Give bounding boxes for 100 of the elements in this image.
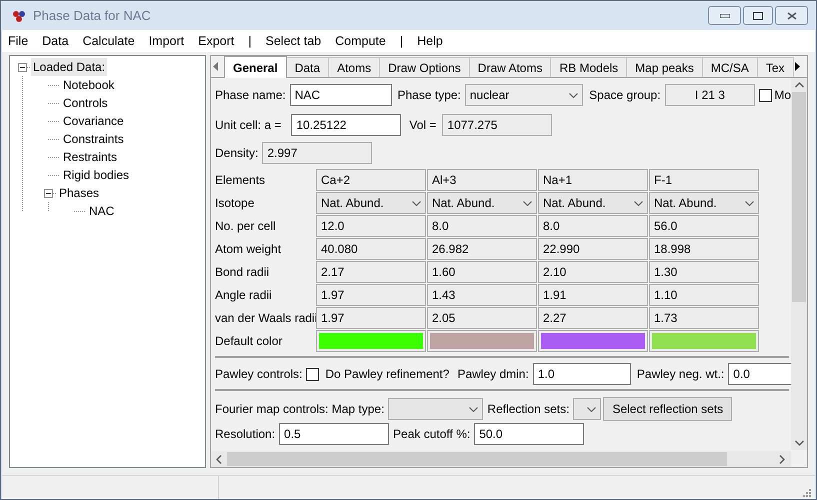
table-cell: Ca+2 (316, 169, 426, 191)
resolution-field[interactable]: 0.5 (279, 423, 390, 445)
scrollbar-thumb[interactable] (792, 92, 806, 302)
table-cell: 1.97 (316, 307, 426, 329)
menu-item[interactable]: File (8, 32, 28, 50)
field-label: Unit cell: a = (215, 117, 282, 134)
scroll-right-icon[interactable] (779, 454, 785, 464)
phase-name-field[interactable]: NAC (290, 84, 392, 106)
color-swatch[interactable] (652, 333, 756, 349)
field-label: Fourier map controls: Map type: (215, 401, 384, 418)
horizontal-scrollbar[interactable] (211, 451, 791, 467)
isotope-dropdown[interactable]: Nat. Abund. (649, 192, 759, 214)
maximize-button[interactable] (743, 6, 773, 25)
table-cell: 1.97 (316, 284, 426, 306)
tab[interactable]: Draw Options (380, 57, 470, 77)
maximize-icon (753, 12, 763, 20)
table-cell: F-1 (649, 169, 759, 191)
isotope-dropdown[interactable]: Nat. Abund. (538, 192, 648, 214)
vertical-scrollbar[interactable] (791, 78, 807, 450)
table-cell: 1.43 (427, 284, 537, 306)
table-cell: Al+3 (427, 169, 537, 191)
table-cell: 1.73 (649, 307, 759, 329)
tree-item[interactable]: Covariance (61, 112, 126, 130)
unit-cell-field[interactable]: 10.25122 (291, 114, 402, 136)
tab[interactable]: Draw Atoms (470, 57, 552, 77)
density-field: 2.997 (262, 142, 372, 164)
menu-item[interactable]: Help (417, 32, 443, 50)
peak-cutoff-field[interactable]: 50.0 (474, 423, 584, 445)
checkbox[interactable] (759, 88, 772, 102)
volume-field: 1077.275 (442, 114, 552, 136)
color-swatch[interactable] (319, 333, 423, 349)
pawley-dmin-field[interactable]: 1.0 (532, 363, 631, 385)
tree-item[interactable]: Restraints (61, 148, 120, 166)
row-label: Isotope (215, 195, 256, 212)
menu-item[interactable]: Export (198, 32, 234, 50)
menu-item[interactable]: Select tab (266, 32, 322, 50)
row-label: No. per cell (215, 218, 277, 235)
resize-grip-icon[interactable] (802, 488, 811, 497)
color-swatch[interactable] (430, 333, 534, 349)
field-label: Resolution: (215, 426, 276, 443)
tree-item[interactable]: Loaded Data: (31, 58, 108, 76)
tab[interactable]: MC/SA (702, 57, 758, 77)
field-label: Space group: (589, 87, 661, 104)
table-cell: 8.0 (427, 215, 537, 237)
tab[interactable]: Atoms (329, 57, 380, 77)
collapse-toggle-icon[interactable] (44, 188, 53, 198)
table-cell: 8.0 (538, 215, 648, 237)
space-group-field: I 21 3 (664, 84, 756, 106)
table-cell: 2.17 (316, 261, 426, 283)
scroll-up-icon[interactable] (794, 82, 804, 88)
field-label: Density: (215, 145, 258, 162)
tab[interactable]: Map peaks (627, 57, 703, 77)
menu-item[interactable]: | (400, 32, 404, 50)
tab-scroll-right-icon[interactable] (794, 62, 800, 71)
table-cell: 56.0 (649, 215, 759, 237)
isotope-dropdown[interactable]: Nat. Abund. (316, 192, 426, 214)
table-cell: 12.0 (316, 215, 426, 237)
tab[interactable]: RB Models (551, 57, 628, 77)
tree-item[interactable]: Controls (61, 94, 110, 112)
scroll-down-icon[interactable] (794, 440, 804, 446)
tree-item[interactable]: NAC (87, 202, 116, 220)
checkbox[interactable] (306, 368, 320, 380)
scrollbar-thumb[interactable] (227, 452, 727, 466)
field-label: Pawley dmin: (457, 366, 529, 383)
menu-item[interactable]: | (248, 32, 252, 50)
tab[interactable]: Data (286, 57, 330, 77)
row-label: Elements (215, 172, 266, 189)
menu-item[interactable]: Data (42, 32, 69, 50)
row-label: Angle radii (215, 287, 273, 304)
menu-item[interactable]: Compute (335, 32, 386, 50)
phase-type-dropdown[interactable]: nuclear (464, 84, 584, 106)
row-label: Atom weight (215, 241, 282, 258)
tree-item[interactable]: Phases (57, 184, 102, 202)
tab[interactable]: General (224, 56, 287, 78)
minimize-button[interactable] (708, 6, 741, 25)
tab-scroll-left-icon[interactable] (213, 62, 218, 71)
isotope-dropdown[interactable]: Nat. Abund. (427, 192, 537, 214)
checkbox-label: Do Pawley refinement? (325, 366, 450, 383)
tab[interactable]: Tex (758, 57, 794, 77)
color-swatch[interactable] (541, 333, 645, 349)
row-label: Default color (215, 333, 284, 350)
select-reflection-sets-button[interactable]: Select reflection sets (603, 397, 732, 421)
tree-item[interactable]: Constraints (61, 130, 126, 148)
close-button[interactable] (775, 6, 808, 25)
field-label: Phase name: (215, 87, 286, 104)
menu-item[interactable]: Import (148, 32, 184, 50)
pawley-neg-weight-field[interactable]: 0.0 (728, 363, 791, 385)
table-cell: 2.05 (427, 307, 537, 329)
tree-item[interactable]: Notebook (61, 76, 116, 94)
menu-item[interactable]: Calculate (82, 32, 135, 50)
table-cell: 26.982 (427, 238, 537, 260)
table-cell: 40.080 (316, 238, 426, 260)
table-cell: 1.60 (427, 261, 537, 283)
collapse-toggle-icon[interactable] (18, 62, 27, 72)
table-cell: 2.27 (538, 307, 648, 329)
scroll-left-icon[interactable] (216, 454, 222, 464)
tree-item[interactable]: Rigid bodies (61, 166, 132, 184)
table-cell: 1.91 (538, 284, 648, 306)
close-icon (786, 12, 796, 20)
table-cell: 18.998 (649, 238, 759, 260)
